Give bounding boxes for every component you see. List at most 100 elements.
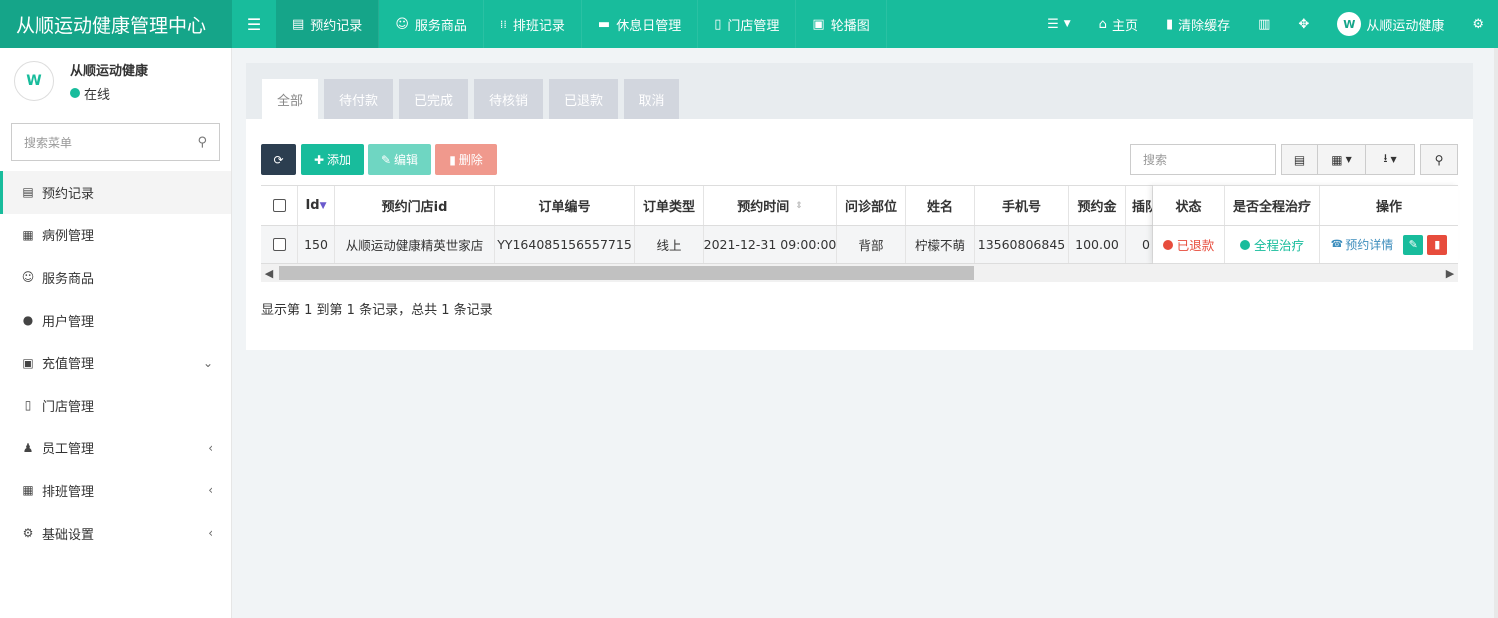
th-body-part: 问诊部位 bbox=[837, 186, 906, 225]
tab-pending-payment[interactable]: 待付款 bbox=[324, 79, 393, 119]
menu-search-input[interactable]: 搜索菜单 ⚲ bbox=[11, 123, 220, 161]
select-all-checkbox[interactable] bbox=[272, 199, 286, 212]
sidebar-item-0[interactable]: ▤ 预约记录 bbox=[0, 171, 231, 214]
fixed-header: 状态 是否全程治疗 操作 bbox=[1153, 185, 1458, 226]
delete-label: 删除 bbox=[458, 153, 483, 167]
nav-tab-4[interactable]: ▯ 门店管理 bbox=[698, 0, 797, 48]
tab-completed[interactable]: 已完成 bbox=[399, 79, 468, 119]
nav-tab-label: 预约记录 bbox=[310, 18, 363, 34]
th-icon: ▦ bbox=[1331, 152, 1343, 167]
th-appointment-time[interactable]: 预约时间 ⇕ bbox=[704, 186, 837, 225]
sidebar-item-5[interactable]: ▯ 门店管理 bbox=[0, 384, 231, 427]
refresh-icon: ⟳ bbox=[273, 152, 284, 167]
td-status: 已退款 bbox=[1153, 226, 1225, 263]
user-status-label: 在线 bbox=[84, 87, 111, 103]
language-icon: ▥ bbox=[1258, 16, 1271, 32]
treatment-badge: 全程治疗 bbox=[1239, 235, 1304, 254]
user-status: 在线 bbox=[70, 84, 148, 103]
pagination-info: 显示第 1 到第 1 条记录，总共 1 条记录 bbox=[261, 303, 493, 318]
tab-cancelled[interactable]: 取消 bbox=[624, 79, 679, 119]
user-menu[interactable]: W 从顺运动健康 bbox=[1323, 0, 1458, 48]
sidebar-item-4[interactable]: ▣ 充值管理 ⌄ bbox=[0, 341, 231, 384]
tab-refunded[interactable]: 已退款 bbox=[549, 79, 618, 119]
nav-tab-label: 门店管理 bbox=[727, 18, 780, 34]
home-label: 主页 bbox=[1111, 18, 1138, 34]
top-navbar: 从顺运动健康管理中心 ☰ ▤ 预约记录 ☺ 服务商品 ⁞⁞ 排班记录 ▬ 休息日… bbox=[0, 0, 1498, 48]
table-row[interactable]: 150 从顺运动健康精英世家店 YY164085156557715 线上 202… bbox=[261, 226, 1153, 264]
home-link[interactable]: ⌂ 主页 bbox=[1085, 0, 1152, 48]
tab-pending-verify[interactable]: 待核销 bbox=[474, 79, 543, 119]
sidebar: W 从顺运动健康 在线 搜索菜单 ⚲ ▤ 预约记录 ▦ 病例管理 ☺ 服务商品 ● 用户管理 ▣… bbox=[0, 48, 232, 618]
calendar-icon: ▦ bbox=[22, 483, 34, 498]
sort-desc-icon: ▼ bbox=[319, 200, 327, 211]
nav-tab-5[interactable]: ▣ 轮播图 bbox=[796, 0, 887, 48]
nav-dropdown-button[interactable]: ☰ ▼ bbox=[1033, 0, 1085, 48]
export-button[interactable]: ⭳ ▼ bbox=[1365, 144, 1415, 175]
sidebar-item-6[interactable]: ♟ 员工管理 ‹ bbox=[0, 427, 231, 470]
translate-button[interactable]: ▥ bbox=[1244, 0, 1284, 48]
user-avatar-icon: W bbox=[1337, 12, 1362, 36]
add-button[interactable]: ✚ 添加 bbox=[301, 144, 364, 175]
search-toggle-button[interactable]: ⚲ bbox=[1420, 144, 1458, 175]
td-appointment-time: 2021-12-31 09:00:00 bbox=[704, 226, 837, 263]
th-id[interactable]: Id ▼ bbox=[298, 186, 335, 225]
sidebar-item-2[interactable]: ☺ 服务商品 bbox=[0, 256, 231, 299]
app-logo-title[interactable]: 从顺运动健康管理中心 bbox=[0, 0, 232, 48]
nav-tab-label: 服务商品 bbox=[414, 18, 467, 34]
appointment-detail-link[interactable]: ☎ 预约详情 bbox=[1331, 236, 1393, 253]
row-delete-button[interactable]: ▮ bbox=[1427, 234, 1448, 255]
row-select-cell bbox=[261, 226, 298, 263]
edit-label: 编辑 bbox=[394, 153, 419, 167]
clear-cache-button[interactable]: ▮ 清除缓存 bbox=[1152, 0, 1244, 48]
th-label: 预约时间 bbox=[737, 200, 790, 215]
status-dot-icon bbox=[1162, 239, 1173, 250]
tab-all[interactable]: 全部 bbox=[262, 79, 318, 119]
nav-tab-3[interactable]: ▬ 休息日管理 bbox=[582, 0, 699, 48]
fullscreen-button[interactable]: ✥ bbox=[1284, 0, 1323, 48]
page-scrollbar[interactable] bbox=[1494, 48, 1498, 618]
phone-icon: ☎ bbox=[1330, 239, 1344, 250]
caret-down-icon: ▼ bbox=[1063, 19, 1071, 29]
calendar-plus-icon: ▦ bbox=[22, 227, 34, 242]
navbar-right: ☰ ▼ ⌂ 主页 ▮ 清除缓存 ▥ ✥ W 从顺运动健康 ⚙ bbox=[1033, 0, 1498, 48]
edit-button[interactable]: ✎ 编辑 bbox=[368, 144, 431, 175]
th-status: 状态 bbox=[1153, 186, 1225, 225]
nav-tab-0[interactable]: ▤ 预约记录 bbox=[276, 0, 380, 48]
user-name: 从顺运动健康 bbox=[70, 63, 149, 79]
td-phone: 13560806845 bbox=[975, 226, 1069, 263]
scroll-left-icon[interactable]: ◀ bbox=[261, 264, 277, 282]
chevron-left-icon: ‹ bbox=[208, 440, 213, 455]
settings-button[interactable]: ⚙ bbox=[1458, 0, 1498, 48]
nav-tab-1[interactable]: ☺ 服务商品 bbox=[379, 0, 484, 48]
home-icon: ⌂ bbox=[1098, 16, 1107, 32]
chevron-down-icon: ⌄ bbox=[202, 355, 213, 370]
add-label: 添加 bbox=[327, 153, 352, 167]
td-deposit: 100.00 bbox=[1069, 226, 1126, 263]
user-panel: W 从顺运动健康 在线 bbox=[0, 48, 231, 114]
smile-icon: ☺ bbox=[395, 16, 409, 32]
sidebar-item-8[interactable]: ⚙ 基础设置 ‹ bbox=[0, 512, 231, 555]
toggle-view-button[interactable]: ▤ bbox=[1281, 144, 1318, 175]
search-icon[interactable]: ⚲ bbox=[197, 135, 207, 150]
scroll-right-icon[interactable]: ▶ bbox=[1442, 264, 1458, 282]
sidebar-item-1[interactable]: ▦ 病例管理 bbox=[0, 214, 231, 257]
delete-button[interactable]: ▮ 删除 bbox=[435, 144, 497, 175]
trash-icon: ▮ bbox=[1165, 16, 1174, 32]
td-order-no: YY164085156557715 bbox=[495, 226, 635, 263]
row-checkbox[interactable] bbox=[272, 238, 286, 251]
sidebar-toggle-icon[interactable]: ☰ bbox=[232, 0, 276, 48]
th-order-no: 订单编号 bbox=[495, 186, 635, 225]
download-icon: ⭳ bbox=[1383, 151, 1388, 165]
columns-button[interactable]: ▦ ▼ bbox=[1317, 144, 1366, 175]
nav-tab-2[interactable]: ⁞⁞ 排班记录 bbox=[484, 0, 582, 48]
scrollbar-thumb[interactable] bbox=[279, 266, 974, 280]
td-full-treatment: 全程治疗 bbox=[1225, 226, 1320, 263]
sidebar-item-7[interactable]: ▦ 排班管理 ‹ bbox=[0, 469, 231, 512]
nav-tab-label: 轮播图 bbox=[830, 18, 870, 34]
table-search-input[interactable]: 搜索 bbox=[1130, 144, 1276, 175]
sidebar-item-3[interactable]: ● 用户管理 bbox=[0, 299, 231, 342]
fixed-row: 已退款 全程治疗 ☎ 预约详情 ✎ ▮ bbox=[1153, 226, 1458, 264]
row-edit-button[interactable]: ✎ bbox=[1403, 234, 1424, 255]
refresh-button[interactable]: ⟳ bbox=[261, 144, 296, 175]
horizontal-scrollbar[interactable]: ◀ ▶ bbox=[261, 264, 1458, 282]
